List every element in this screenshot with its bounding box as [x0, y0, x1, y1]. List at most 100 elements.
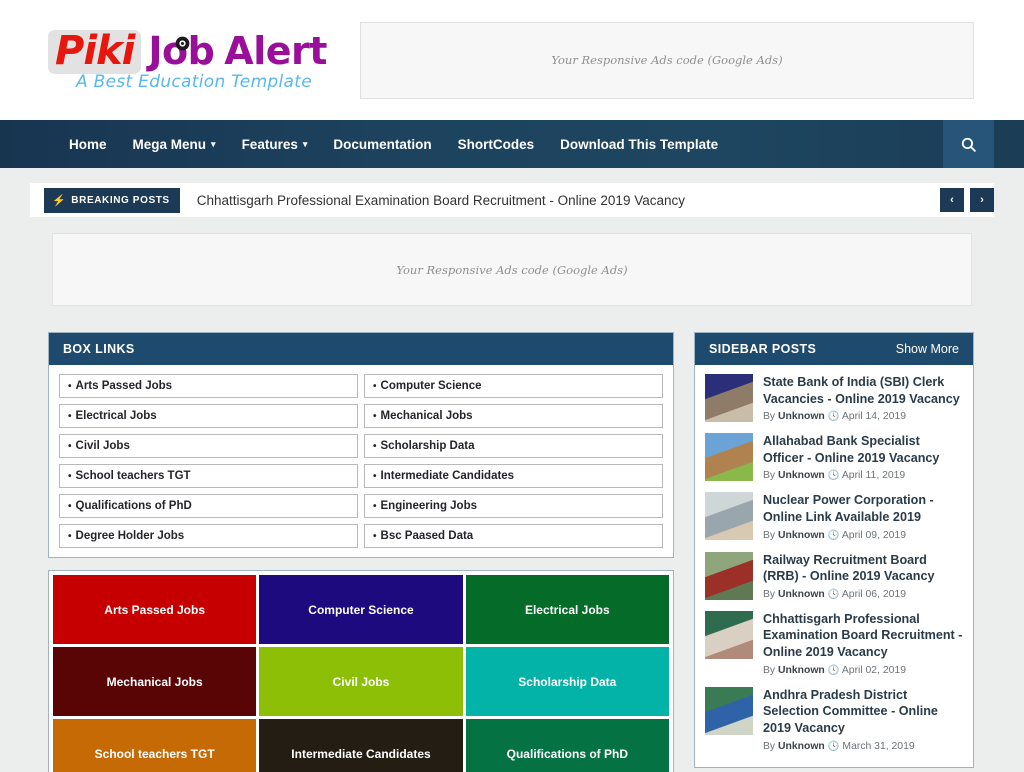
logo-job-text: Job [148, 29, 214, 73]
logo-piki-text: Piki [48, 29, 142, 74]
category-tile[interactable]: Qualifications of PhD [465, 719, 669, 772]
breaking-next-button[interactable]: › [970, 188, 994, 212]
box-link-label: Electrical Jobs [75, 410, 157, 422]
nav-item-download-this-template[interactable]: Download This Template [547, 120, 731, 168]
logo-tagline: A Best Education Template [76, 71, 312, 92]
post-title[interactable]: Allahabad Bank Specialist Officer - Onli… [763, 433, 963, 466]
post-author: Unknown [778, 411, 825, 423]
nav-item-home[interactable]: Home [56, 120, 120, 168]
box-link-label: Engineering Jobs [380, 500, 478, 512]
post-author: Unknown [778, 529, 825, 541]
post-body: Railway Recruitment Board (RRB) - Online… [763, 552, 963, 600]
clock-icon: 🕓 [827, 411, 840, 423]
nav-label: Features [241, 136, 298, 152]
post-meta: By Unknown 🕓 April 11, 2019 [763, 470, 963, 481]
category-tile-label: School teachers TGT [94, 746, 215, 761]
post-meta: By Unknown 🕓 April 06, 2019 [763, 589, 963, 600]
category-tile[interactable]: Arts Passed Jobs [53, 575, 257, 644]
post-thumbnail[interactable] [705, 686, 753, 735]
main-column: BOX LINKS • Arts Passed Jobs • Computer Sc… [48, 332, 674, 772]
category-tile-label: Qualifications of PhD [506, 746, 628, 761]
bolt-icon: ⚡ [52, 194, 67, 207]
sidebar-posts-header: SIDEBAR POSTS Show More [695, 333, 973, 365]
post-body: Allahabad Bank Specialist Officer - Onli… [763, 433, 963, 481]
post-author: Unknown [778, 664, 825, 676]
nav-item-documentation[interactable]: Documentation [320, 120, 444, 168]
post-thumbnail[interactable] [705, 374, 753, 422]
logo-alert-text: Alert [224, 28, 327, 73]
category-tile[interactable]: Scholarship Data [465, 647, 669, 716]
breaking-posts-label: BREAKING POSTS [71, 194, 170, 206]
post-title[interactable]: State Bank of India (SBI) Clerk Vacancie… [763, 374, 963, 407]
category-tile[interactable]: Mechanical Jobs [53, 647, 257, 716]
post-by-prefix: By [763, 411, 776, 423]
post-meta: By Unknown 🕓 April 02, 2019 [763, 665, 963, 676]
box-link-item[interactable]: • Civil Jobs [59, 434, 358, 458]
category-tile-label: Intermediate Candidates [291, 746, 431, 761]
main-ad-slot: Your Responsive Ads code (Google Ads) [52, 233, 972, 306]
box-link-item[interactable]: • Degree Holder Jobs [59, 524, 358, 548]
category-tile-label: Electrical Jobs [524, 602, 610, 617]
site-logo[interactable]: Piki Job Alert A Best Education Template [40, 29, 340, 92]
post-thumbnail[interactable] [705, 492, 753, 541]
post-author: Unknown [778, 740, 825, 752]
box-link-item[interactable]: • Computer Science [364, 374, 663, 398]
post-title[interactable]: Andhra Pradesh District Selection Commit… [763, 687, 963, 737]
post-thumbnail[interactable] [705, 610, 753, 659]
clock-icon: 🕓 [827, 740, 840, 752]
post-meta: By Unknown 🕓 March 31, 2019 [763, 741, 963, 752]
post-author: Unknown [778, 470, 825, 482]
list-item: State Bank of India (SBI) Clerk Vacancie… [705, 374, 963, 433]
box-link-item[interactable]: • Arts Passed Jobs [59, 374, 358, 398]
chevron-down-icon: ▾ [302, 138, 308, 149]
category-tile[interactable]: Civil Jobs [259, 647, 463, 716]
post-title[interactable]: Chhattisgarh Professional Examination Bo… [763, 611, 963, 661]
box-links-grid: • Arts Passed Jobs • Computer Science • Ele… [49, 365, 673, 557]
breaking-prev-button[interactable]: ‹ [940, 188, 964, 212]
post-title[interactable]: Nuclear Power Corporation - Online Link … [763, 492, 963, 525]
list-item: Nuclear Power Corporation - Online Link … [705, 492, 963, 551]
box-link-item[interactable]: • Electrical Jobs [59, 404, 358, 428]
nav-item-features[interactable]: Features ▾ [229, 120, 321, 168]
logo-text-line: Piki Job Alert [48, 29, 340, 74]
post-thumbnail[interactable] [705, 433, 753, 482]
nav-label: Download This Template [560, 136, 719, 152]
category-tile[interactable]: Intermediate Candidates [259, 719, 463, 772]
search-button[interactable] [943, 120, 994, 168]
post-date: April 02, 2019 [841, 664, 906, 676]
box-link-label: Computer Science [380, 380, 482, 392]
post-date: March 31, 2019 [842, 740, 915, 752]
list-item: Chhattisgarh Professional Examination Bo… [705, 610, 963, 687]
nav-item-shortcodes[interactable]: ShortCodes [445, 120, 548, 168]
bullet-icon: • [373, 500, 377, 512]
box-link-item[interactable]: • Qualifications of PhD [59, 494, 358, 518]
nav-items-list: Home Mega Menu ▾ Features ▾ Documentatio… [0, 120, 731, 168]
show-more-button[interactable]: Show More [896, 342, 959, 356]
box-link-item[interactable]: • Intermediate Candidates [364, 464, 663, 488]
post-by-prefix: By [763, 740, 776, 752]
box-link-label: Scholarship Data [380, 440, 475, 452]
box-link-label: Arts Passed Jobs [75, 380, 173, 392]
bullet-icon: • [68, 470, 72, 482]
box-links-title: BOX LINKS [63, 342, 135, 356]
post-thumbnail[interactable] [705, 551, 753, 600]
bullet-icon: • [68, 410, 72, 422]
category-tile[interactable]: Computer Science [259, 575, 463, 644]
site-header: Piki Job Alert A Best Education Template… [0, 0, 1024, 120]
box-link-item[interactable]: • Engineering Jobs [364, 494, 663, 518]
bullet-icon: • [373, 410, 377, 422]
box-link-item[interactable]: • Scholarship Data [364, 434, 663, 458]
nav-item-mega-menu[interactable]: Mega Menu ▾ [120, 120, 229, 168]
post-body: Nuclear Power Corporation - Online Link … [763, 492, 963, 540]
box-link-item[interactable]: • School teachers TGT [59, 464, 358, 488]
box-link-item[interactable]: • Bsc Paased Data [364, 524, 663, 548]
list-item: Railway Recruitment Board (RRB) - Online… [705, 551, 963, 611]
breaking-headline[interactable]: Chhattisgarh Professional Examination Bo… [197, 193, 685, 208]
category-tile[interactable]: Electrical Jobs [465, 575, 669, 644]
main-ad-text: Your Responsive Ads code (Google Ads) [396, 262, 628, 277]
category-tile[interactable]: School teachers TGT [53, 719, 257, 772]
post-title[interactable]: Railway Recruitment Board (RRB) - Online… [763, 552, 963, 585]
box-link-item[interactable]: • Mechanical Jobs [364, 404, 663, 428]
bullet-icon: • [68, 530, 72, 542]
clock-icon: 🕓 [827, 664, 840, 676]
